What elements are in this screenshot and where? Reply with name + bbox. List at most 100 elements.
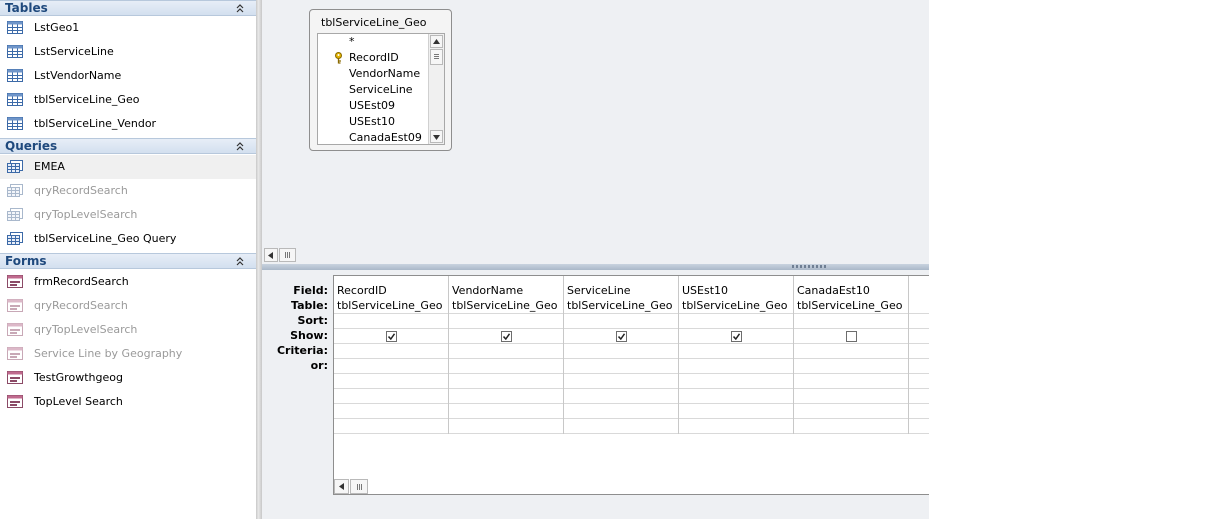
query-design-grid[interactable]: RecordID tblServiceLine_Geo VendorName t… xyxy=(333,275,929,495)
nav-item-form-qrytoplevelsearch[interactable]: qryTopLevelSearch xyxy=(0,318,256,342)
field-cell[interactable]: USEst10 xyxy=(682,284,728,298)
table-icon xyxy=(7,21,23,34)
divider-grip[interactable] xyxy=(792,265,828,268)
query-design-workspace: tblServiceLine_Geo * RecordID VendorName… xyxy=(262,0,929,519)
form-icon xyxy=(7,323,23,336)
table-cell[interactable]: tblServiceLine_Geo xyxy=(567,299,672,313)
scroll-left-button[interactable] xyxy=(264,248,278,262)
field-list-scrollbar[interactable] xyxy=(428,34,444,144)
table-cell[interactable]: tblServiceLine_Geo xyxy=(337,299,442,313)
form-icon xyxy=(7,371,23,384)
nav-item-label: LstGeo1 xyxy=(34,21,80,34)
nav-item-label: tblServiceLine_Vendor xyxy=(34,117,157,130)
arrow-left-icon xyxy=(268,252,273,259)
nav-item-emea[interactable]: EMEA xyxy=(0,155,256,179)
grid-column[interactable]: ServiceLine tblServiceLine_Geo xyxy=(564,276,679,434)
table-cell[interactable]: tblServiceLine_Geo xyxy=(682,299,787,313)
query-icon xyxy=(7,208,23,221)
checkmark-icon xyxy=(503,333,510,340)
nav-item-toplevel-search[interactable]: TopLevel Search xyxy=(0,390,256,414)
field-name: VendorName xyxy=(349,67,421,80)
scroll-thumb[interactable] xyxy=(430,49,443,65)
grip-icon xyxy=(357,484,362,490)
field-list-item[interactable]: RecordID xyxy=(318,50,430,66)
group-header-forms[interactable]: Forms xyxy=(0,253,256,269)
nav-item-frmrecordsearch[interactable]: frmRecordSearch xyxy=(0,270,256,294)
nav-item-qrytoplevelsearch[interactable]: qryTopLevelSearch xyxy=(0,203,256,227)
nav-item-label: tblServiceLine_Geo xyxy=(34,93,140,106)
group-title: Queries xyxy=(5,139,58,153)
nav-item-label: LstVendorName xyxy=(34,69,122,82)
field-name: USEst10 xyxy=(349,115,396,128)
field-name: RecordID xyxy=(349,51,399,64)
group-header-queries[interactable]: Queries xyxy=(0,138,256,154)
nav-item-qryrecordsearch[interactable]: qryRecordSearch xyxy=(0,179,256,203)
arrow-down-icon xyxy=(433,135,440,140)
nav-item-label: Service Line by Geography xyxy=(34,347,183,360)
field-cell[interactable]: ServiceLine xyxy=(567,284,631,298)
field-cell[interactable]: CanadaEst10 xyxy=(797,284,870,298)
nav-item-tblserviceline-geo-query[interactable]: tblServiceLine_Geo Query xyxy=(0,227,256,251)
field-name: * xyxy=(349,35,355,48)
row-label-or: or: xyxy=(310,359,328,372)
grid-column[interactable]: VendorName tblServiceLine_Geo xyxy=(449,276,564,434)
table-icon xyxy=(7,93,23,106)
nav-item-label: TestGrowthgeog xyxy=(34,371,123,384)
checkmark-icon xyxy=(618,333,625,340)
field-name: ServiceLine xyxy=(349,83,413,96)
show-checkbox[interactable] xyxy=(846,331,857,342)
field-list-window[interactable]: tblServiceLine_Geo * RecordID VendorName… xyxy=(309,9,452,151)
nav-item-lstserviceline[interactable]: LstServiceLine xyxy=(0,40,256,64)
grid-column[interactable]: CanadaEst10 tblServiceLine_Geo xyxy=(794,276,909,434)
show-checkbox[interactable] xyxy=(731,331,742,342)
group-title: Forms xyxy=(5,254,47,268)
nav-item-lstvendorname[interactable]: LstVendorName xyxy=(0,64,256,88)
show-checkbox[interactable] xyxy=(386,331,397,342)
field-cell[interactable]: RecordID xyxy=(337,284,387,298)
scroll-thumb[interactable] xyxy=(279,248,296,262)
field-list-item[interactable]: USEst10 xyxy=(318,114,430,130)
grid-column[interactable] xyxy=(909,276,929,434)
form-icon xyxy=(7,275,23,288)
nav-item-tblserviceline-geo[interactable]: tblServiceLine_Geo xyxy=(0,88,256,112)
checkmark-icon xyxy=(733,333,740,340)
group-title: Tables xyxy=(5,1,48,15)
checkmark-icon xyxy=(388,333,395,340)
show-checkbox[interactable] xyxy=(616,331,627,342)
nav-item-service-line-by-geography[interactable]: Service Line by Geography xyxy=(0,342,256,366)
field-list-item[interactable]: USEst09 xyxy=(318,98,430,114)
nav-item-label: TopLevel Search xyxy=(34,395,123,408)
row-label-criteria: Criteria: xyxy=(276,344,328,357)
field-list[interactable]: * RecordID VendorName ServiceLine USEst0… xyxy=(317,33,445,145)
nav-item-lstgeo1[interactable]: LstGeo1 xyxy=(0,16,256,40)
group-header-tables[interactable]: Tables xyxy=(0,0,256,16)
scroll-left-button[interactable] xyxy=(334,479,349,494)
table-cell[interactable]: tblServiceLine_Geo xyxy=(797,299,902,313)
table-cell[interactable]: tblServiceLine_Geo xyxy=(452,299,557,313)
scroll-thumb[interactable] xyxy=(350,479,368,494)
nav-item-label: frmRecordSearch xyxy=(34,275,129,288)
scroll-down-button[interactable] xyxy=(430,130,443,143)
collapse-icon[interactable] xyxy=(234,2,246,14)
query-icon xyxy=(7,160,23,173)
field-list-item[interactable]: VendorName xyxy=(318,66,430,82)
grid-column[interactable]: RecordID tblServiceLine_Geo xyxy=(334,276,449,434)
grid-horizontal-scrollbar[interactable] xyxy=(334,479,368,494)
collapse-icon[interactable] xyxy=(234,140,246,152)
field-list-item[interactable]: * xyxy=(318,34,430,50)
upper-horizontal-scrollbar[interactable] xyxy=(264,248,296,262)
nav-item-label: qryTopLevelSearch xyxy=(34,208,138,221)
field-list-item[interactable]: ServiceLine xyxy=(318,82,430,98)
nav-item-testgrowthgeog[interactable]: TestGrowthgeog xyxy=(0,366,256,390)
field-list-item[interactable]: CanadaEst09 xyxy=(318,130,430,144)
nav-item-tblserviceline-vendor[interactable]: tblServiceLine_Vendor xyxy=(0,112,256,136)
query-icon xyxy=(7,184,23,197)
nav-item-label: tblServiceLine_Geo Query xyxy=(34,232,177,245)
show-checkbox[interactable] xyxy=(501,331,512,342)
grid-column[interactable]: USEst10 tblServiceLine_Geo xyxy=(679,276,794,434)
scroll-up-button[interactable] xyxy=(430,35,443,48)
row-label-table: Table: xyxy=(290,299,328,312)
collapse-icon[interactable] xyxy=(234,255,246,267)
field-cell[interactable]: VendorName xyxy=(452,284,523,298)
nav-item-form-qryrecordsearch[interactable]: qryRecordSearch xyxy=(0,294,256,318)
